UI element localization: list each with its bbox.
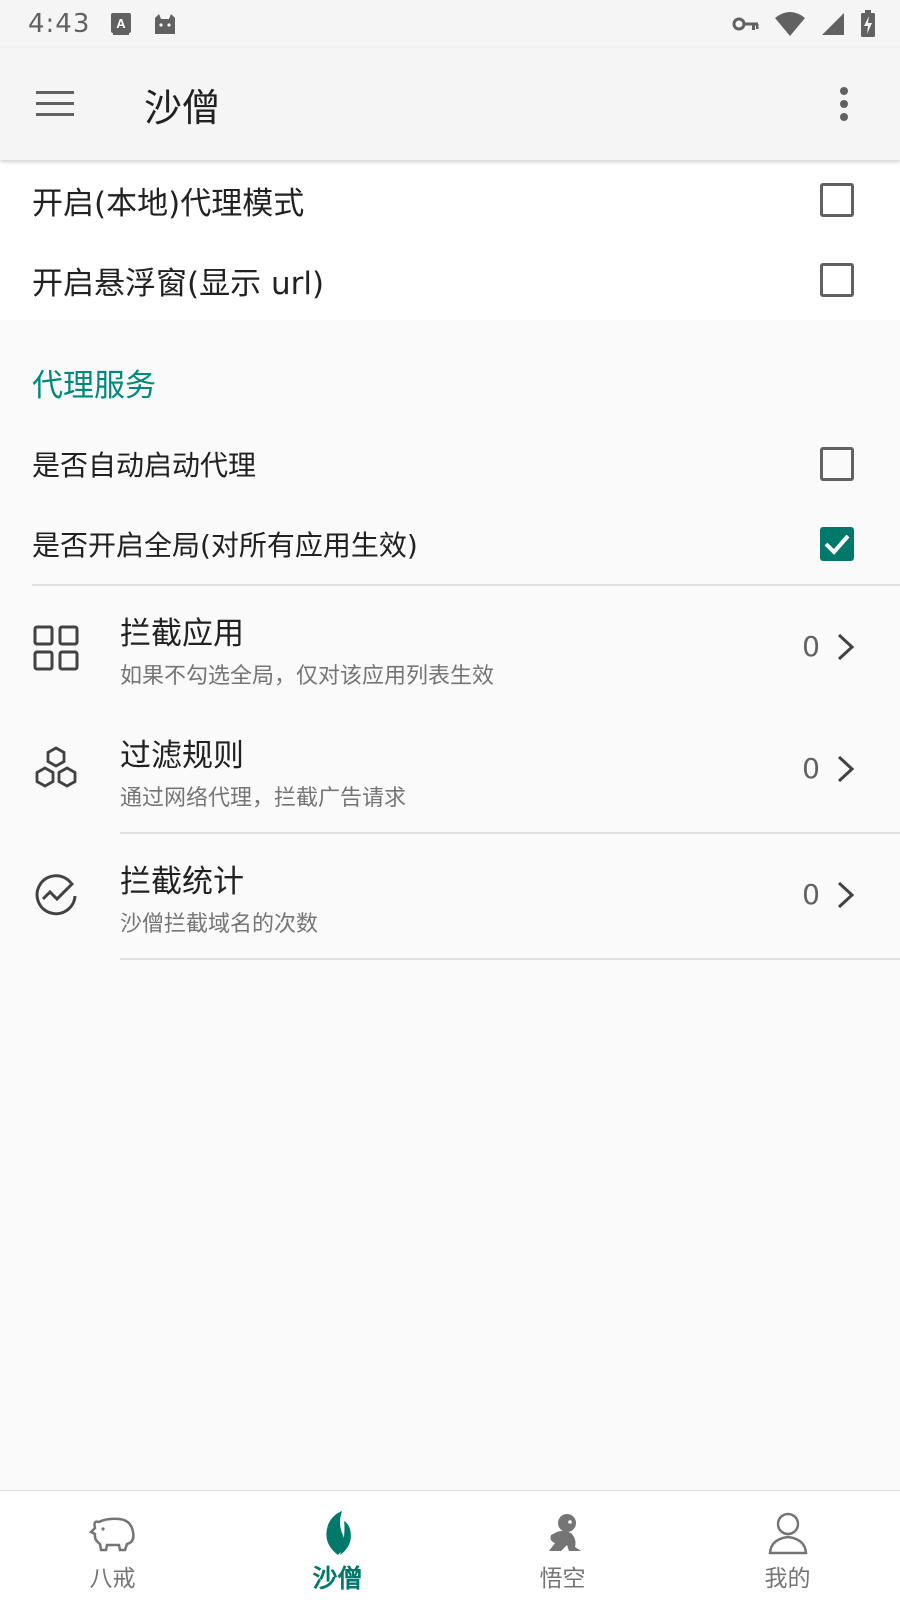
floating-window-label: 开启悬浮窗(显示 url) [32, 265, 325, 302]
chevron-right-icon [837, 633, 855, 661]
monkey-icon [537, 1509, 589, 1557]
vpn-key-icon [732, 15, 760, 33]
keyboard-a-icon: A [110, 12, 132, 36]
more-vert-icon [840, 87, 848, 121]
svg-text:A: A [117, 16, 127, 31]
item-title: 拦截统计 [120, 864, 244, 900]
grid-icon [30, 622, 82, 674]
divider [120, 958, 900, 960]
global-proxy-label: 是否开启全局(对所有应用生效) [32, 529, 418, 562]
auto-start-proxy-row[interactable]: 是否自动启动代理 [0, 424, 900, 504]
battery-charging-icon [860, 10, 876, 38]
bottom-navigation: 八戒 沙僧 悟空 我的 [0, 1490, 900, 1600]
tab-label: 我的 [764, 1566, 811, 1592]
tab-mine[interactable]: 我的 [675, 1491, 900, 1600]
tab-wukong[interactable]: 悟空 [450, 1491, 675, 1600]
tab-shaseng[interactable]: 沙僧 [225, 1491, 450, 1600]
hamburger-menu-icon [36, 91, 74, 116]
chart-icon [30, 870, 82, 922]
intercept-stats-item[interactable]: 拦截统计 沙僧拦截域名的次数 0 [0, 834, 900, 958]
tab-label: 沙僧 [312, 1564, 363, 1593]
local-proxy-mode-row[interactable]: 开启(本地)代理模式 [0, 160, 900, 240]
app-bar: 沙僧 [0, 48, 900, 160]
tab-bajie[interactable]: 八戒 [0, 1491, 225, 1600]
floating-window-row[interactable]: 开启悬浮窗(显示 url) [0, 240, 900, 320]
floating-window-checkbox[interactable] [820, 263, 854, 297]
tab-label: 悟空 [539, 1566, 586, 1592]
proxy-mode-section: 开启(本地)代理模式 开启悬浮窗(显示 url) [0, 160, 900, 320]
pig-icon [87, 1509, 139, 1557]
auto-start-proxy-checkbox[interactable] [820, 447, 854, 481]
person-icon [762, 1509, 814, 1557]
cat-icon [152, 12, 178, 36]
item-title: 过滤规则 [120, 738, 244, 774]
global-proxy-row[interactable]: 是否开启全局(对所有应用生效) [0, 504, 900, 584]
item-title: 拦截应用 [120, 616, 244, 652]
auto-start-proxy-label: 是否自动启动代理 [32, 449, 257, 482]
item-count: 0 [802, 752, 820, 785]
leaf-icon [312, 1509, 364, 1557]
signal-icon [820, 11, 846, 37]
local-proxy-mode-checkbox[interactable] [820, 183, 854, 217]
checkmark-icon [824, 534, 850, 555]
filter-rules-item[interactable]: 过滤规则 通过网络代理，拦截广告请求 0 [0, 708, 900, 832]
item-count: 0 [802, 878, 820, 911]
status-time: 4:43 [28, 9, 91, 39]
more-options-button[interactable] [804, 48, 884, 160]
section-header: 代理服务 [32, 368, 156, 404]
wifi-icon [774, 11, 806, 37]
item-count: 0 [802, 630, 820, 663]
global-proxy-checkbox[interactable] [820, 527, 854, 561]
local-proxy-mode-label: 开启(本地)代理模式 [32, 185, 305, 222]
hexagons-icon [30, 744, 82, 796]
item-subtitle: 沙僧拦截域名的次数 [120, 912, 319, 937]
item-subtitle: 通过网络代理，拦截广告请求 [120, 786, 407, 811]
proxy-service-section: 代理服务 是否自动启动代理 是否开启全局(对所有应用生效) 拦截应用 如果不勾选… [0, 340, 900, 1490]
status-bar: 4:43 A [0, 0, 900, 48]
item-subtitle: 如果不勾选全局，仅对该应用列表生效 [120, 664, 495, 689]
page-title: 沙僧 [144, 85, 221, 130]
tab-label: 八戒 [89, 1566, 136, 1592]
intercept-apps-item[interactable]: 拦截应用 如果不勾选全局，仅对该应用列表生效 0 [0, 586, 900, 710]
menu-button[interactable] [0, 48, 112, 160]
chevron-right-icon [837, 881, 855, 909]
chevron-right-icon [837, 755, 855, 783]
